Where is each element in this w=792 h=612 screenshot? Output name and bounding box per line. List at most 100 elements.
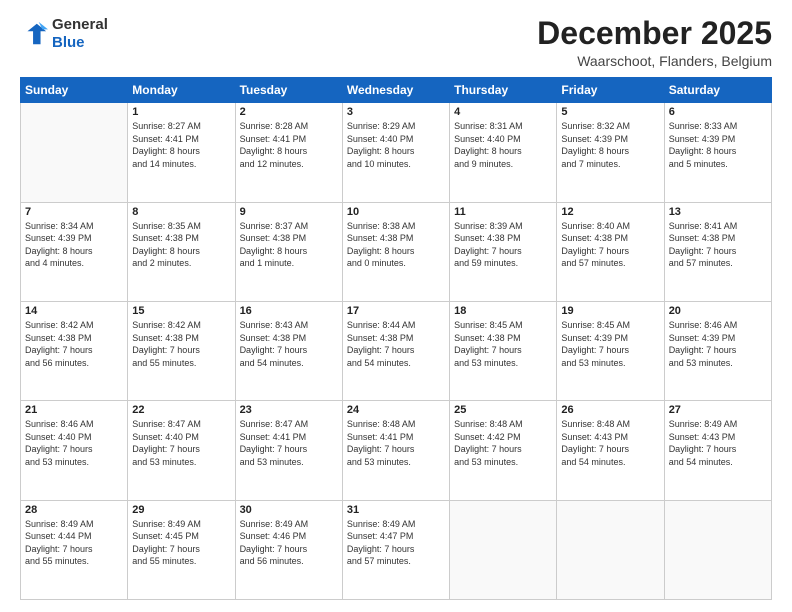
calendar-cell: 12Sunrise: 8:40 AMSunset: 4:38 PMDayligh…	[557, 202, 664, 301]
cell-info: Sunrise: 8:35 AM	[132, 220, 230, 233]
calendar-cell: 17Sunrise: 8:44 AMSunset: 4:38 PMDayligh…	[342, 301, 449, 400]
calendar-cell	[450, 500, 557, 599]
cell-info: Daylight: 8 hours	[132, 145, 230, 158]
cell-info: Sunrise: 8:45 AM	[561, 319, 659, 332]
col-sunday: Sunday	[21, 78, 128, 103]
day-number: 21	[25, 404, 123, 416]
day-number: 4	[454, 106, 552, 118]
calendar-cell: 4Sunrise: 8:31 AMSunset: 4:40 PMDaylight…	[450, 103, 557, 202]
cell-info: Daylight: 8 hours	[454, 145, 552, 158]
day-number: 23	[240, 404, 338, 416]
cell-info: and 59 minutes.	[454, 257, 552, 270]
cell-info: Daylight: 7 hours	[240, 443, 338, 456]
col-thursday: Thursday	[450, 78, 557, 103]
cell-info: Daylight: 7 hours	[240, 344, 338, 357]
cell-info: and 53 minutes.	[669, 357, 767, 370]
cell-info: Daylight: 7 hours	[561, 443, 659, 456]
cell-info: and 1 minute.	[240, 257, 338, 270]
calendar-week-2: 7Sunrise: 8:34 AMSunset: 4:39 PMDaylight…	[21, 202, 772, 301]
day-number: 16	[240, 305, 338, 317]
cell-info: and 55 minutes.	[25, 555, 123, 568]
calendar-cell: 8Sunrise: 8:35 AMSunset: 4:38 PMDaylight…	[128, 202, 235, 301]
calendar-cell	[557, 500, 664, 599]
cell-info: and 2 minutes.	[132, 257, 230, 270]
calendar-cell: 28Sunrise: 8:49 AMSunset: 4:44 PMDayligh…	[21, 500, 128, 599]
cell-info: Daylight: 7 hours	[240, 543, 338, 556]
calendar-cell	[21, 103, 128, 202]
cell-info: Sunrise: 8:37 AM	[240, 220, 338, 233]
calendar-cell: 9Sunrise: 8:37 AMSunset: 4:38 PMDaylight…	[235, 202, 342, 301]
calendar-cell: 19Sunrise: 8:45 AMSunset: 4:39 PMDayligh…	[557, 301, 664, 400]
calendar-cell: 1Sunrise: 8:27 AMSunset: 4:41 PMDaylight…	[128, 103, 235, 202]
cell-info: and 53 minutes.	[25, 456, 123, 469]
cell-info: Sunset: 4:43 PM	[669, 431, 767, 444]
cell-info: Daylight: 7 hours	[132, 543, 230, 556]
day-number: 11	[454, 206, 552, 218]
calendar-cell: 6Sunrise: 8:33 AMSunset: 4:39 PMDaylight…	[664, 103, 771, 202]
calendar-cell: 2Sunrise: 8:28 AMSunset: 4:41 PMDaylight…	[235, 103, 342, 202]
calendar-cell: 23Sunrise: 8:47 AMSunset: 4:41 PMDayligh…	[235, 401, 342, 500]
calendar-cell: 13Sunrise: 8:41 AMSunset: 4:38 PMDayligh…	[664, 202, 771, 301]
cell-info: Sunset: 4:40 PM	[454, 133, 552, 146]
day-number: 29	[132, 504, 230, 516]
month-title: December 2025	[537, 16, 772, 51]
cell-info: Daylight: 7 hours	[669, 245, 767, 258]
cell-info: and 56 minutes.	[240, 555, 338, 568]
calendar-cell: 14Sunrise: 8:42 AMSunset: 4:38 PMDayligh…	[21, 301, 128, 400]
cell-info: Sunrise: 8:32 AM	[561, 120, 659, 133]
cell-info: Sunset: 4:41 PM	[240, 133, 338, 146]
cell-info: and 56 minutes.	[25, 357, 123, 370]
cell-info: Sunrise: 8:49 AM	[240, 518, 338, 531]
cell-info: Daylight: 7 hours	[561, 245, 659, 258]
cell-info: Daylight: 8 hours	[669, 145, 767, 158]
cell-info: Daylight: 8 hours	[132, 245, 230, 258]
cell-info: Sunset: 4:38 PM	[454, 232, 552, 245]
calendar-cell: 24 Sunrise: 8:48 AMSunset: 4:41 PMDayligh…	[342, 401, 449, 500]
cell-info: Daylight: 7 hours	[132, 443, 230, 456]
col-monday: Monday	[128, 78, 235, 103]
cell-info: Sunset: 4:39 PM	[561, 133, 659, 146]
day-number: 13	[669, 206, 767, 218]
logo: General Blue	[20, 16, 108, 52]
logo-icon	[20, 20, 48, 48]
calendar-week-4: 21Sunrise: 8:46 AMSunset: 4:40 PMDayligh…	[21, 401, 772, 500]
cell-info: Daylight: 8 hours	[561, 145, 659, 158]
calendar-cell: 31Sunrise: 8:49 AMSunset: 4:47 PMDayligh…	[342, 500, 449, 599]
cell-info: and 55 minutes.	[132, 555, 230, 568]
cell-info: Sunset: 4:40 PM	[132, 431, 230, 444]
cell-info: Daylight: 7 hours	[347, 543, 445, 556]
cell-info: Daylight: 8 hours	[25, 245, 123, 258]
cell-info: and 54 minutes.	[347, 357, 445, 370]
cell-info: and 57 minutes.	[669, 257, 767, 270]
cell-info: Sunrise: 8:42 AM	[25, 319, 123, 332]
day-number: 2	[240, 106, 338, 118]
cell-info: Daylight: 7 hours	[25, 344, 123, 357]
day-number: 26	[561, 404, 659, 416]
cell-info: and 55 minutes.	[132, 357, 230, 370]
cell-info: Sunset: 4:39 PM	[669, 332, 767, 345]
day-number: 24	[347, 404, 445, 416]
cell-info: Sunset: 4:38 PM	[132, 332, 230, 345]
cell-info: Sunrise: 8:49 AM	[25, 518, 123, 531]
calendar-cell: 15Sunrise: 8:42 AMSunset: 4:38 PMDayligh…	[128, 301, 235, 400]
page: General Blue December 2025 Waarschoot, F…	[0, 0, 792, 612]
cell-info: Sunrise: 8:40 AM	[561, 220, 659, 233]
cell-info: Sunset: 4:38 PM	[240, 232, 338, 245]
cell-info: and 9 minutes.	[454, 158, 552, 171]
day-number: 14	[25, 305, 123, 317]
cell-info: Sunset: 4:40 PM	[25, 431, 123, 444]
cell-info: Sunrise: 8:29 AM	[347, 120, 445, 133]
calendar-cell: 5Sunrise: 8:32 AMSunset: 4:39 PMDaylight…	[557, 103, 664, 202]
cell-info: Sunset: 4:38 PM	[561, 232, 659, 245]
cell-info: Sunset: 4:41 PM	[347, 431, 445, 444]
cell-info: Sunset: 4:38 PM	[669, 232, 767, 245]
calendar-cell: 30Sunrise: 8:49 AMSunset: 4:46 PMDayligh…	[235, 500, 342, 599]
cell-info: Daylight: 7 hours	[454, 245, 552, 258]
cell-info: Sunrise: 8:48 AM	[347, 418, 445, 431]
cell-info: Sunset: 4:39 PM	[25, 232, 123, 245]
calendar-cell: 10Sunrise: 8:38 AMSunset: 4:38 PMDayligh…	[342, 202, 449, 301]
cell-info: Daylight: 7 hours	[347, 443, 445, 456]
cell-info: Sunrise: 8:47 AM	[132, 418, 230, 431]
col-friday: Friday	[557, 78, 664, 103]
calendar-week-5: 28Sunrise: 8:49 AMSunset: 4:44 PMDayligh…	[21, 500, 772, 599]
